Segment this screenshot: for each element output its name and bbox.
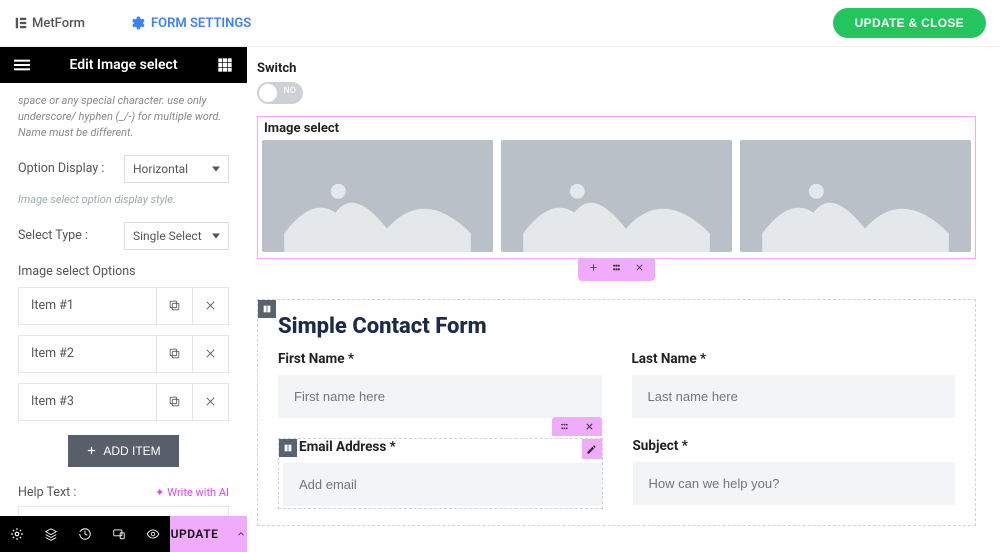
option-item[interactable]: Item #3	[18, 383, 229, 421]
update-label: UPDATE	[171, 527, 219, 541]
drag-widget-button[interactable]	[552, 417, 577, 436]
select-type-select[interactable]: Single Select	[124, 222, 229, 250]
close-icon	[204, 299, 217, 312]
remove-button[interactable]	[192, 384, 228, 420]
gear-icon	[10, 527, 24, 541]
form-settings-link[interactable]: FORM SETTINGS	[129, 15, 251, 31]
brand-text: MetForm	[32, 16, 85, 31]
placeholder-icon	[740, 140, 971, 252]
option-item-label: Item #3	[19, 384, 156, 419]
add-item-label: ADD ITEM	[103, 444, 160, 458]
duplicate-button[interactable]	[156, 288, 192, 324]
subject-label: Subject *	[633, 438, 956, 454]
chevron-up-icon	[236, 529, 246, 539]
form-settings-label: FORM SETTINGS	[151, 16, 251, 31]
preview-button[interactable]	[136, 516, 170, 552]
write-ai-label: Write with AI	[167, 486, 229, 499]
image-option[interactable]	[501, 140, 732, 252]
last-name-label: Last Name *	[632, 351, 956, 367]
duplicate-button[interactable]	[156, 336, 192, 372]
switch-toggle[interactable]: NO	[257, 82, 303, 104]
gear-icon	[129, 15, 145, 31]
elementor-icon	[14, 16, 28, 30]
add-section-button[interactable]	[588, 262, 599, 277]
remove-button[interactable]	[192, 288, 228, 324]
drag-section-button[interactable]	[611, 262, 622, 277]
update-close-button[interactable]: UPDATE & CLOSE	[833, 8, 986, 38]
email-input[interactable]	[283, 463, 602, 506]
eye-icon	[146, 527, 160, 541]
option-display-select[interactable]: Horizontal	[124, 155, 229, 183]
remove-button[interactable]	[192, 336, 228, 372]
option-item[interactable]: Item #2	[18, 335, 229, 373]
email-label: Email Address *	[281, 439, 600, 455]
device-icon	[112, 527, 126, 541]
form-section: Simple Contact Form First Name * Last Na…	[257, 299, 976, 526]
column-handle[interactable]	[258, 300, 276, 318]
name-hint-text: space or any special character. use only…	[18, 93, 229, 141]
placeholder-icon	[262, 140, 493, 252]
close-icon	[584, 421, 595, 432]
option-display-label: Option Display :	[18, 161, 124, 176]
form-heading: Simple Contact Form	[258, 300, 975, 349]
responsive-button[interactable]	[102, 516, 136, 552]
option-display-hint: Image select option display style.	[18, 193, 229, 206]
grid-icon	[217, 57, 233, 73]
option-item-label: Item #2	[19, 336, 156, 371]
settings-footer-button[interactable]	[0, 516, 34, 552]
placeholder-icon	[501, 140, 732, 252]
duplicate-button[interactable]	[156, 384, 192, 420]
switch-title: Switch	[257, 61, 976, 76]
options-label: Image select Options	[18, 264, 229, 279]
navigator-button[interactable]	[34, 516, 68, 552]
delete-widget-button[interactable]	[577, 417, 602, 436]
write-ai-link[interactable]: ✦Write with AI	[155, 486, 229, 499]
image-select-widget[interactable]: Image select	[257, 116, 976, 259]
close-icon	[634, 262, 645, 273]
close-icon	[204, 395, 217, 408]
option-item-label: Item #1	[19, 288, 156, 323]
plus-icon	[86, 445, 97, 456]
edit-widget-button[interactable]	[582, 439, 602, 459]
image-select-title: Image select	[262, 121, 971, 136]
option-item[interactable]: Item #1	[18, 287, 229, 325]
plus-icon	[588, 262, 599, 273]
history-icon	[78, 527, 92, 541]
image-option[interactable]	[262, 140, 493, 252]
apps-button[interactable]	[203, 57, 247, 73]
hamburger-icon	[14, 57, 30, 73]
last-name-input[interactable]	[632, 375, 956, 418]
copy-icon	[168, 347, 181, 360]
close-icon	[204, 347, 217, 360]
help-text-label: Help Text :	[18, 485, 76, 500]
widget-controls	[552, 417, 602, 436]
subject-input[interactable]	[633, 462, 956, 505]
update-button[interactable]: UPDATE	[170, 516, 247, 552]
copy-icon	[168, 395, 181, 408]
first-name-input[interactable]	[278, 375, 602, 418]
first-name-label: First Name *	[278, 351, 602, 367]
layers-icon	[44, 527, 58, 541]
menu-button[interactable]	[0, 57, 44, 73]
history-button[interactable]	[68, 516, 102, 552]
select-type-label: Select Type :	[18, 228, 124, 243]
help-text-input[interactable]	[18, 506, 229, 516]
toggle-off-label: NO	[283, 86, 296, 96]
column-handle[interactable]	[279, 439, 297, 457]
sidebar-title: Edit Image select	[44, 57, 203, 73]
brand[interactable]: MetForm	[14, 16, 85, 31]
drag-icon	[559, 421, 570, 432]
copy-icon	[168, 299, 181, 312]
delete-section-button[interactable]	[634, 262, 645, 277]
drag-icon	[611, 262, 622, 273]
column-icon	[283, 443, 293, 453]
add-item-button[interactable]: ADD ITEM	[68, 435, 178, 467]
image-option[interactable]	[740, 140, 971, 252]
column-icon	[262, 304, 272, 314]
pencil-icon	[586, 444, 597, 455]
section-controls	[578, 258, 655, 281]
